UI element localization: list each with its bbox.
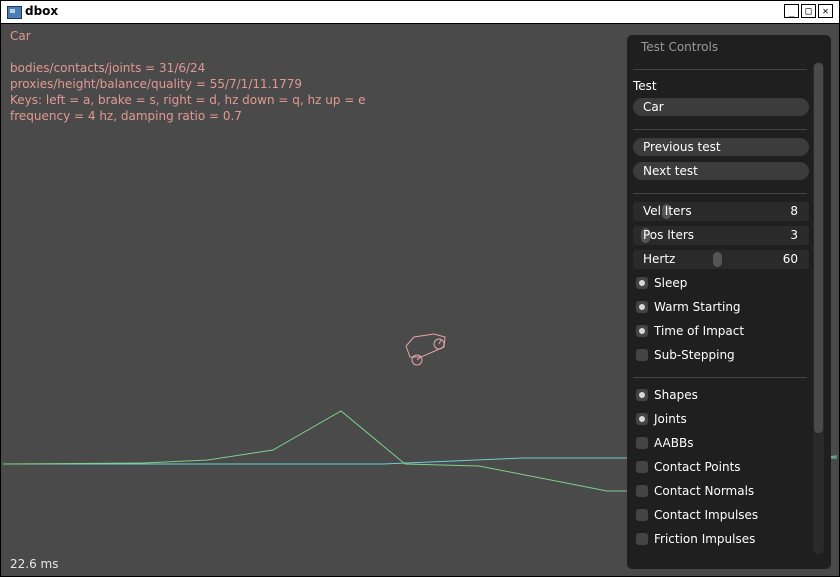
close-button[interactable]: ✕ [818,4,833,18]
checkbox-label: Sub-Stepping [654,348,735,362]
separator [633,129,807,130]
keys-text: Keys: left = a, brake = s, right = d, hz… [10,93,366,107]
test-label: Test [633,79,657,93]
slider-value: 60 [782,252,798,266]
maximize-button[interactable]: □ [801,4,816,18]
contact-points-checkbox[interactable]: Contact Points [636,458,741,476]
checkbox-label: Contact Points [654,460,741,474]
checkbox-box[interactable] [636,348,648,361]
app-icon[interactable] [7,6,22,19]
time-of-impact-checkbox[interactable]: Time of Impact [636,322,744,340]
car-front-axle [438,339,442,345]
minimize-button[interactable]: _ [784,4,799,18]
checkbox-label: Time of Impact [654,324,745,338]
separator [633,69,807,70]
checkbox-label: Sleep [654,276,688,290]
checkbox-box[interactable] [636,324,648,337]
slider-label: Vel Iters [643,204,692,218]
aabbs-checkbox[interactable]: AABBs [636,434,693,452]
checkbox-label: Friction Impulses [654,532,756,546]
title-bar[interactable]: dbox _ □ ✕ [1,1,839,24]
slider-value: 8 [790,204,798,218]
checkbox-box[interactable] [636,388,648,401]
checkbox-box[interactable] [636,484,648,497]
slider-value: 3 [790,228,798,242]
window-title: dbox [25,4,59,18]
stats-text: bodies/contacts/joints = 31/6/24 [10,61,206,75]
checkbox-box[interactable] [636,412,648,425]
hertz-slider[interactable]: Hertz 60 [633,250,809,269]
checkbox-label: Contact Impulses [654,508,759,522]
contact-impulses-checkbox[interactable]: Contact Impulses [636,506,758,524]
slider-label: Hertz [643,252,676,266]
test-select[interactable]: Car [633,98,809,116]
separator [633,377,807,378]
next-test-button[interactable]: Next test [633,162,809,180]
checkbox-label: Warm Starting [654,300,741,314]
sub-stepping-checkbox[interactable]: Sub-Stepping [636,346,735,364]
app-window: dbox _ □ ✕ Car bodies/contacts/joints = … [0,0,840,577]
shapes-checkbox[interactable]: Shapes [636,386,698,404]
pos-iters-slider[interactable]: Pos Iters 3 [633,226,809,245]
frame-time-text: 22.6 ms [10,557,59,571]
panel-title[interactable]: Test Controls [641,40,718,54]
joints-checkbox[interactable]: Joints [636,410,687,428]
panel-scrollbar[interactable] [813,62,824,554]
warm-starting-checkbox[interactable]: Warm Starting [636,298,741,316]
checkbox-box[interactable] [636,532,648,545]
friction-impulses-checkbox[interactable]: Friction Impulses [636,530,755,548]
vel-iters-slider[interactable]: Vel Iters 8 [633,202,809,221]
checkbox-box[interactable] [636,276,648,289]
slider-knob[interactable] [713,252,723,267]
checkbox-label: Contact Normals [654,484,755,498]
car-chassis [405,333,446,358]
scrollbar-thumb[interactable] [814,63,823,433]
checkbox-box[interactable] [636,300,648,313]
checkbox-label: AABBs [654,436,694,450]
checkbox-box[interactable] [636,436,648,449]
checkbox-box[interactable] [636,508,648,521]
simulation-viewport[interactable]: Car bodies/contacts/joints = 31/6/24 pro… [3,24,837,574]
proxies-text: proxies/height/balance/quality = 55/7/1/… [10,77,302,91]
checkbox-box[interactable] [636,460,648,473]
separator [633,193,807,194]
sleep-checkbox[interactable]: Sleep [636,274,687,292]
checkbox-label: Joints [654,412,687,426]
test-name-text: Car [10,29,31,43]
checkbox-label: Shapes [654,388,698,402]
previous-test-button[interactable]: Previous test [633,138,809,156]
frequency-text: frequency = 4 hz, damping ratio = 0.7 [10,109,242,123]
slider-label: Pos Iters [643,228,695,242]
contact-normals-checkbox[interactable]: Contact Normals [636,482,754,500]
test-controls-panel: Test Controls Test Car Previous test Nex… [627,35,831,569]
